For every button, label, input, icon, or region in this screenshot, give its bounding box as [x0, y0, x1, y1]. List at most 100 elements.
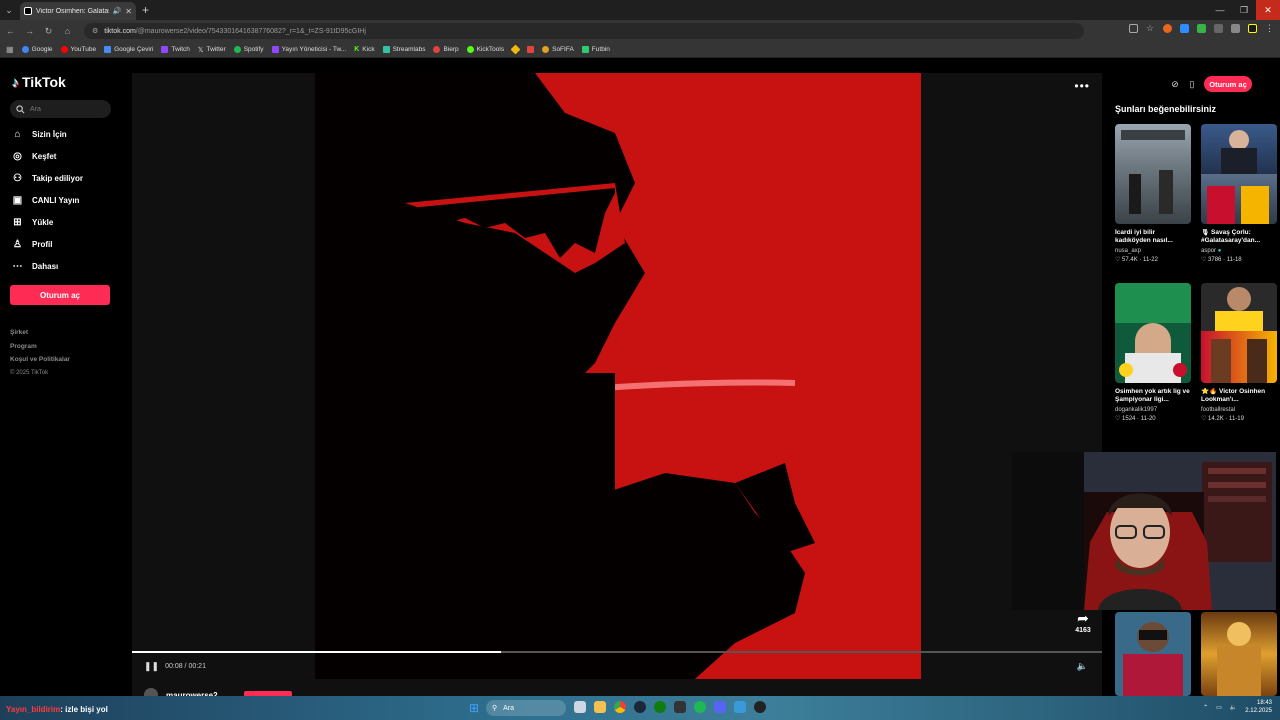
bookmark-sofifa[interactable]: SoFIFA: [542, 46, 574, 53]
browser-tab[interactable]: Victor Osimhen: Galatasaray 🔊 ✕: [20, 2, 136, 20]
bookmark-futbin[interactable]: Futbin: [581, 46, 610, 53]
extension-yellow-icon[interactable]: [1248, 24, 1257, 33]
sidebar-item-following[interactable]: ⚇ Takip ediliyor: [12, 173, 83, 184]
search-input[interactable]: Ara: [10, 100, 111, 118]
bookmark-twitter[interactable]: 𝕏 Twitter: [198, 46, 226, 54]
file-explorer-icon[interactable]: [594, 701, 606, 713]
footer-link-company[interactable]: Şirket: [10, 326, 70, 340]
url-bar[interactable]: ⚙ tiktok.com/@maurowerse2/video/75433016…: [84, 23, 1084, 39]
recommendation-card[interactable]: ⭐🔥 Victor Osinhen Lookman'ı... footballr…: [1201, 283, 1277, 422]
xbox-icon[interactable]: [654, 701, 666, 713]
taskbar-search[interactable]: ⚲ Ara: [486, 700, 566, 716]
speaker-icon[interactable]: 🔊: [113, 7, 122, 15]
apps-grid-icon[interactable]: ▦: [6, 45, 14, 54]
video-silhouette-image: [315, 73, 921, 679]
recommendation-card[interactable]: [1115, 612, 1191, 696]
bookmark-google-translate[interactable]: Google Çeviri: [104, 46, 153, 53]
sidebar-item-upload[interactable]: ⊞ Yükle: [12, 217, 53, 228]
recommendation-card[interactable]: 🎙 Savaş Çorlu: #Galatasaray'dan... aspor…: [1201, 124, 1277, 263]
login-button[interactable]: Oturum aç: [10, 285, 110, 305]
tray-chevron-icon[interactable]: ⌃: [1203, 704, 1208, 711]
windows-start-icon[interactable]: ⊞: [469, 701, 479, 715]
window-controls: — ❐ ✕: [1208, 0, 1280, 20]
tab-search-icon[interactable]: ⌄: [0, 0, 18, 20]
tiktok-note-icon: ♪: [12, 74, 19, 90]
bookmark-streamlabs[interactable]: Streamlabs: [382, 46, 425, 53]
taskbar-clock[interactable]: 18:43 2.12.2025: [1245, 699, 1272, 715]
video-thumbnail: [1201, 612, 1277, 696]
video-thumbnail: [1201, 283, 1277, 383]
bookmark-spotify[interactable]: Spotify: [233, 46, 264, 53]
maximize-icon[interactable]: ❐: [1232, 5, 1256, 16]
more-options-icon[interactable]: •••: [1074, 79, 1090, 93]
sidebar-item-for-you[interactable]: ⌂ Sizin İçin: [12, 129, 66, 140]
close-tab-icon[interactable]: ✕: [125, 7, 132, 16]
bookmark-kick[interactable]: K Kick: [354, 46, 374, 53]
bookmark-bierp[interactable]: Bierp: [433, 46, 459, 53]
extension-icons: ☆ ⋮: [1129, 24, 1274, 33]
extension-blue-icon[interactable]: [1180, 24, 1189, 33]
share-button[interactable]: ➦ 4163: [1072, 610, 1094, 634]
sidebar-item-more[interactable]: ⋯ Dahası: [12, 261, 59, 272]
extension-green-icon[interactable]: [1197, 24, 1206, 33]
photos-icon[interactable]: [734, 701, 746, 713]
bookmark-red[interactable]: [527, 46, 535, 53]
streamer-webcam: [1012, 452, 1276, 610]
spotify-icon: [233, 46, 241, 53]
footer-link-terms[interactable]: Koşul ve Politikalar: [10, 353, 70, 367]
video-thumbnail: [1115, 612, 1191, 696]
reload-icon[interactable]: ↻: [44, 26, 53, 37]
recommendation-card[interactable]: Osimhen yok artık lig ve Şampiyonar ligi…: [1115, 283, 1191, 422]
sofifa-icon: [542, 46, 550, 53]
steam-icon[interactable]: [634, 701, 646, 713]
close-window-icon[interactable]: ✕: [1256, 0, 1280, 20]
video-progress-bar[interactable]: [132, 651, 1102, 653]
volume-tray-icon[interactable]: 🔈: [1230, 704, 1237, 711]
extensions-puzzle-icon[interactable]: [1231, 24, 1240, 33]
obs-icon[interactable]: [754, 701, 766, 713]
bookmark-star-icon[interactable]: ☆: [1146, 24, 1155, 33]
site-info-icon[interactable]: ⚙: [92, 27, 98, 35]
video-player[interactable]: ••• ❚❚ 00:08 / 00:21 🔈 maurowerse2: [132, 73, 1102, 702]
device-icon[interactable]: ▯: [1187, 79, 1197, 90]
back-icon[interactable]: ←: [6, 26, 15, 36]
spotify-icon[interactable]: [694, 701, 706, 713]
stream-chat-message: Yayın_bildirim: izle bişi yol: [6, 705, 108, 714]
volume-icon[interactable]: 🔈: [1077, 661, 1088, 672]
bookmark-google[interactable]: Google: [21, 46, 53, 53]
sidebar-item-live[interactable]: ▣ CANLI Yayın: [12, 195, 80, 206]
recommendation-card[interactable]: İcardi iyi bilir kadıköyden nasıl... nus…: [1115, 124, 1191, 263]
network-icon[interactable]: ▭: [1216, 704, 1222, 711]
bookmark-kicktools[interactable]: KickTools: [466, 46, 504, 53]
recommendation-card[interactable]: [1201, 612, 1277, 696]
user-follow-icon: ⚇: [13, 173, 22, 184]
extension-gray-icon[interactable]: [1214, 24, 1223, 33]
bookmark-twitch[interactable]: Twitch: [161, 46, 190, 53]
forward-icon[interactable]: →: [25, 26, 34, 36]
epic-icon[interactable]: [674, 701, 686, 713]
chrome-icon[interactable]: [614, 701, 626, 713]
browser-tab-strip: ⌄ Victor Osimhen: Galatasaray 🔊 ✕ + — ❐ …: [0, 0, 1280, 20]
video-thumbnail: [1201, 124, 1277, 224]
task-view-icon[interactable]: [574, 701, 586, 713]
minimize-icon[interactable]: —: [1208, 5, 1232, 15]
sidebar-item-profile[interactable]: ♙ Profil: [12, 239, 52, 250]
discord-icon[interactable]: [714, 701, 726, 713]
sidebar-item-explore[interactable]: ◎ Keşfet: [12, 151, 56, 162]
home-icon[interactable]: ⌂: [63, 26, 72, 36]
footer-link-program[interactable]: Program: [10, 340, 70, 354]
cast-icon[interactable]: [1129, 24, 1138, 33]
coins-icon[interactable]: ⊘: [1170, 79, 1180, 90]
video-frame[interactable]: [315, 73, 921, 679]
tiktok-logo[interactable]: ♪ TikTok: [12, 74, 66, 90]
extension-orange-icon[interactable]: [1163, 24, 1172, 33]
more-icon: ⋯: [12, 261, 23, 272]
chrome-menu-icon[interactable]: ⋮: [1265, 24, 1274, 33]
new-tab-icon[interactable]: +: [142, 3, 149, 17]
header-login-button[interactable]: Oturum aç: [1204, 76, 1252, 92]
profile-icon: ♙: [13, 239, 22, 250]
bookmark-binance[interactable]: [510, 44, 521, 55]
bookmark-stream-manager[interactable]: Yayın Yöneticisi - Tw...: [271, 46, 346, 53]
bookmark-youtube[interactable]: YouTube: [60, 46, 96, 53]
pause-icon[interactable]: ❚❚: [144, 661, 159, 672]
